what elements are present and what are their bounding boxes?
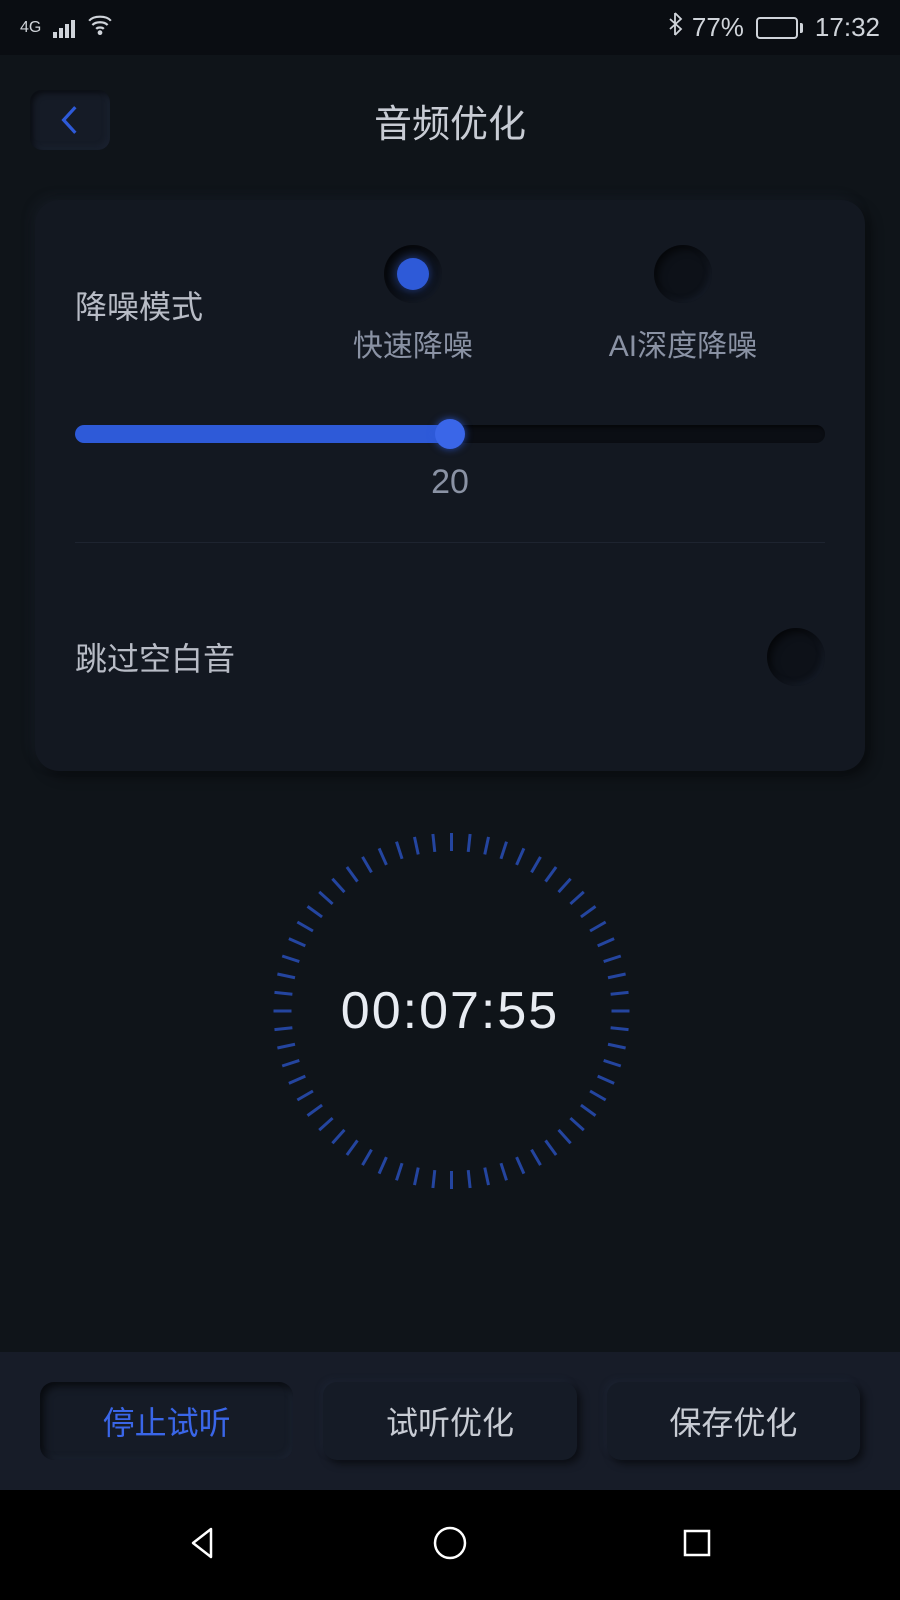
back-button[interactable] xyxy=(30,90,110,150)
bluetooth-icon xyxy=(666,12,684,43)
radio-option-fast[interactable]: 快速降噪 xyxy=(353,245,473,365)
wifi-icon xyxy=(87,11,113,44)
status-bar: 4G 77% 17:32 xyxy=(0,0,900,55)
timer-dial: 00:07:55 xyxy=(270,831,630,1191)
page-title: 音频优化 xyxy=(374,93,526,148)
header: 音频优化 xyxy=(0,55,900,180)
nav-back-icon[interactable] xyxy=(181,1521,225,1570)
slider-value: 20 xyxy=(75,463,825,502)
radio-label: AI深度降噪 xyxy=(609,321,757,365)
slider-fill xyxy=(75,425,450,443)
stop-preview-button[interactable]: 停止试听 xyxy=(40,1382,293,1460)
bottom-toolbar: 停止试听 试听优化 保存优化 xyxy=(0,1352,900,1490)
battery-icon xyxy=(756,17,803,39)
noise-reduction-slider[interactable] xyxy=(75,425,825,443)
radio-label: 快速降噪 xyxy=(353,321,473,365)
nav-recent-icon[interactable] xyxy=(675,1521,719,1570)
skip-silence-label: 跳过空白音 xyxy=(75,634,285,680)
slider-thumb[interactable] xyxy=(435,419,465,449)
clock: 17:32 xyxy=(815,12,880,43)
signal-bars-icon xyxy=(53,18,75,38)
divider xyxy=(75,542,825,543)
battery-percent: 77% xyxy=(692,12,744,43)
noise-reduction-radio-group: 快速降噪 AI深度降噪 xyxy=(285,245,825,365)
preview-optimize-button[interactable]: 试听优化 xyxy=(323,1382,576,1460)
system-nav-bar xyxy=(0,1490,900,1600)
save-optimize-button[interactable]: 保存优化 xyxy=(607,1382,860,1460)
network-indicator: 4G xyxy=(20,20,41,36)
settings-card: 降噪模式 快速降噪 AI深度降噪 20 跳过空白音 xyxy=(35,200,865,771)
noise-reduction-label: 降噪模式 xyxy=(75,282,285,328)
timer-display: 00:07:55 xyxy=(341,981,559,1041)
timer-container: 00:07:55 xyxy=(0,831,900,1191)
skip-silence-toggle[interactable] xyxy=(767,628,825,686)
nav-home-icon[interactable] xyxy=(428,1521,472,1570)
radio-icon xyxy=(384,245,442,303)
radio-icon xyxy=(654,245,712,303)
radio-option-ai-deep[interactable]: AI深度降噪 xyxy=(609,245,757,365)
